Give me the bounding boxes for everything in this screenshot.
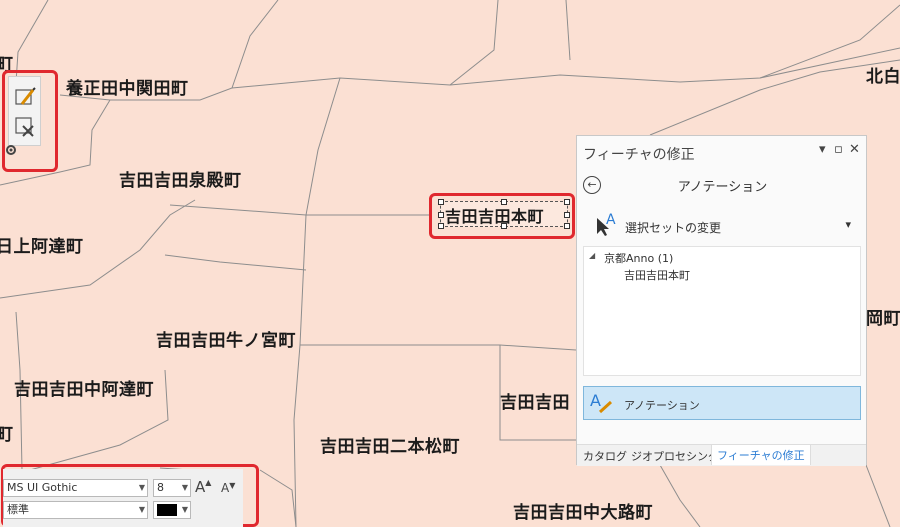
- road-line: [231, 0, 499, 89]
- tab-geoprocessing[interactable]: ジオプロセシング: [631, 448, 719, 464]
- modify-features-pane: フィーチャの修正 ▾ ▫ ✕ アノテーション ← A 選択セットの変更 ▾ ◢ …: [576, 135, 867, 466]
- font-style-select[interactable]: 標準 ▼: [3, 501, 148, 519]
- map-label: 日上阿達町: [0, 237, 84, 257]
- font-style-value: 標準: [7, 503, 29, 516]
- chevron-down-icon[interactable]: ▾: [845, 218, 851, 231]
- map-label: 養正田中関田町: [66, 79, 189, 99]
- road-line: [300, 344, 577, 351]
- map-view[interactable]: 町 養正田中関田町 北白 吉田吉田泉殿町 日上阿達町 吉田吉田牛ノ宮町 吉田吉田…: [0, 0, 900, 527]
- tree-feature-item[interactable]: 吉田吉田本町: [624, 267, 690, 283]
- map-label: 吉田吉田: [500, 393, 570, 413]
- pane-subtitle: アノテーション: [677, 180, 768, 195]
- tab-catalog[interactable]: カタログ: [583, 448, 627, 464]
- svg-text:A: A: [590, 391, 601, 410]
- shrink-font-icon: A: [221, 481, 230, 495]
- road-line: [293, 77, 341, 527]
- tree-layer-item[interactable]: 京都Anno (1): [604, 250, 673, 266]
- chevron-down-icon: ▼: [181, 505, 188, 514]
- font-size-value: 8: [157, 481, 164, 494]
- map-label: 吉田吉田二本松町: [320, 437, 460, 457]
- selection-cursor-icon: A: [597, 212, 616, 236]
- back-icon[interactable]: ←: [583, 176, 601, 194]
- map-label: 吉田吉田中阿達町: [14, 380, 154, 400]
- font-color-select[interactable]: ▼: [153, 501, 191, 519]
- tab-modify-features[interactable]: フィーチャの修正: [711, 445, 811, 465]
- map-label: 北白: [866, 67, 900, 87]
- close-icon[interactable]: ✕: [849, 142, 860, 157]
- map-label: 吉田吉田泉殿町: [119, 171, 242, 191]
- chevron-down-icon: ▼: [138, 505, 145, 514]
- highlight-box: [429, 193, 575, 239]
- shrink-font-button[interactable]: A▼: [221, 481, 235, 495]
- map-label: 町: [0, 425, 14, 445]
- change-selection-label: 選択セットの変更: [625, 221, 722, 235]
- text-format-toolbar: MS UI Gothic ▼ 8 ▼ A▲ A▼ 標準 ▼ ▼: [3, 469, 243, 527]
- map-label: 岡町: [866, 309, 900, 329]
- map-label: 吉田吉田牛ノ宮町: [156, 331, 296, 351]
- pane-options-button[interactable]: ▾: [819, 142, 826, 157]
- map-label: 吉田吉田中大路町: [513, 503, 653, 523]
- road-line: [659, 464, 701, 527]
- selection-tree: ◢ 京都Anno (1) 吉田吉田本町: [583, 246, 861, 376]
- pane-title: フィーチャの修正: [583, 147, 695, 163]
- road-line: [865, 464, 891, 527]
- grow-font-button[interactable]: A▲: [195, 478, 211, 496]
- road-line: [164, 254, 307, 271]
- change-selection-button[interactable]: A 選択セットの変更 ▾: [593, 212, 855, 238]
- font-name-select[interactable]: MS UI Gothic ▼: [3, 479, 148, 497]
- chevron-down-icon: ▼: [138, 483, 145, 492]
- chevron-down-icon: ▼: [181, 483, 188, 492]
- grow-font-icon: A: [195, 478, 206, 496]
- road-line: [259, 469, 297, 527]
- road-line: [565, 0, 571, 61]
- annotation-tool-button[interactable]: A アノテーション: [583, 386, 861, 420]
- road-line: [169, 204, 307, 216]
- annotation-edit-icon: A: [590, 391, 613, 414]
- road-line: [449, 47, 900, 86]
- svg-text:A: A: [606, 212, 616, 228]
- color-swatch: [157, 504, 177, 516]
- pane-tab-bar: カタログ ジオプロセシング フィーチャの修正: [577, 444, 866, 466]
- font-name-value: MS UI Gothic: [7, 481, 78, 494]
- road-line: [649, 59, 900, 136]
- font-size-select[interactable]: 8 ▼: [153, 479, 191, 497]
- restore-icon[interactable]: ▫: [834, 142, 843, 157]
- collapse-arrow-icon[interactable]: ◢: [589, 251, 595, 260]
- highlight-box: [2, 70, 58, 172]
- annotation-tool-label: アノテーション: [624, 399, 700, 412]
